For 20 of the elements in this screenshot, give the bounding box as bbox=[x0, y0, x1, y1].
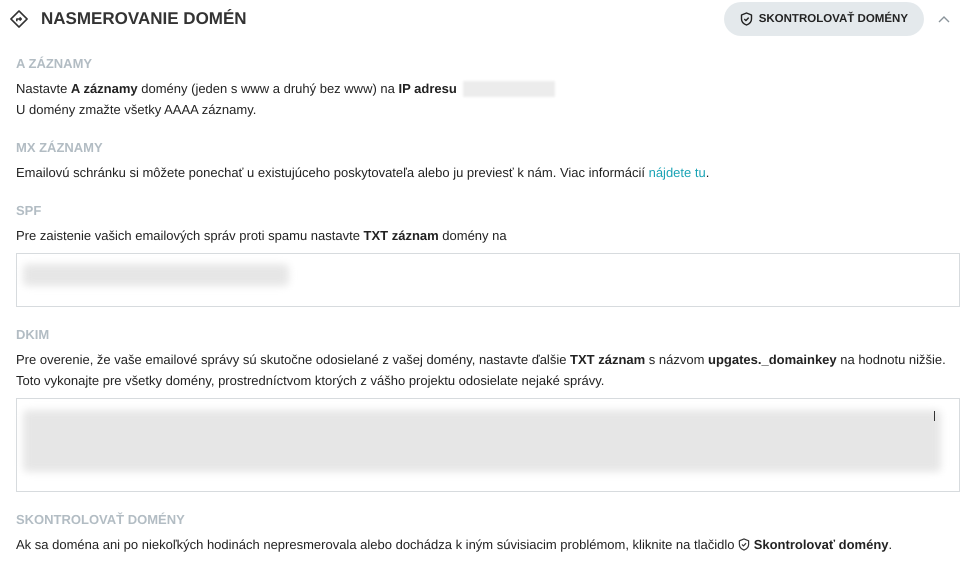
shield-icon bbox=[740, 12, 753, 26]
section-heading: DKIM bbox=[16, 327, 50, 342]
paragraph: Emailovú schránku si môžete ponechať u existujúceho poskytovateľa alebo ju previesť k nám. Viac informácií nájdete tu. bbox=[16, 164, 710, 182]
check-domains-button[interactable]: SKONTROLOVAŤ DOMÉNY bbox=[724, 2, 924, 36]
section-heading: SPF bbox=[16, 203, 42, 218]
section-heading: MX ZÁZNAMY bbox=[16, 140, 104, 155]
shield-icon bbox=[738, 538, 750, 551]
section-heading: SKONTROLOVAŤ DOMÉNY bbox=[16, 512, 186, 527]
value-box[interactable] bbox=[16, 398, 960, 492]
collapse-chevron-icon[interactable] bbox=[938, 15, 950, 23]
paragraph: Nastavte A záznamy domény (jeden s www a druhý bez www) na IP adresu bbox=[16, 80, 457, 98]
value-box[interactable] bbox=[16, 253, 960, 307]
paragraph: Ak sa doména ani po niekoľkých hodinách nepresmerovala alebo dochádza k iným súvisiacim problémom, kliknite na tlačidlo Skontrolovať domény. bbox=[16, 536, 892, 554]
section-heading: A ZÁZNAMY bbox=[16, 56, 94, 71]
route-sign-icon bbox=[10, 10, 28, 28]
section-title: NASMEROVANIE DOMÉN bbox=[41, 9, 247, 29]
paragraph: U domény zmažte všetky AAAA záznamy. bbox=[16, 101, 256, 119]
paragraph: Pre zaistenie vašich emailových správ proti spamu nastavte TXT záznam domény na bbox=[16, 227, 507, 245]
paragraph: Pre overenie, že vaše emailové správy sú skutočne odosielané z vašej domény, nastavte ďalšie TXT záznam s názvom upgates._domainkey na hodnotu nižšie. Toto vykonajte pre všetky domény, prostredníctvom ktorých z vášho projektu odosielate nejaké správy. bbox=[16, 351, 947, 390]
text-cursor bbox=[934, 411, 935, 421]
